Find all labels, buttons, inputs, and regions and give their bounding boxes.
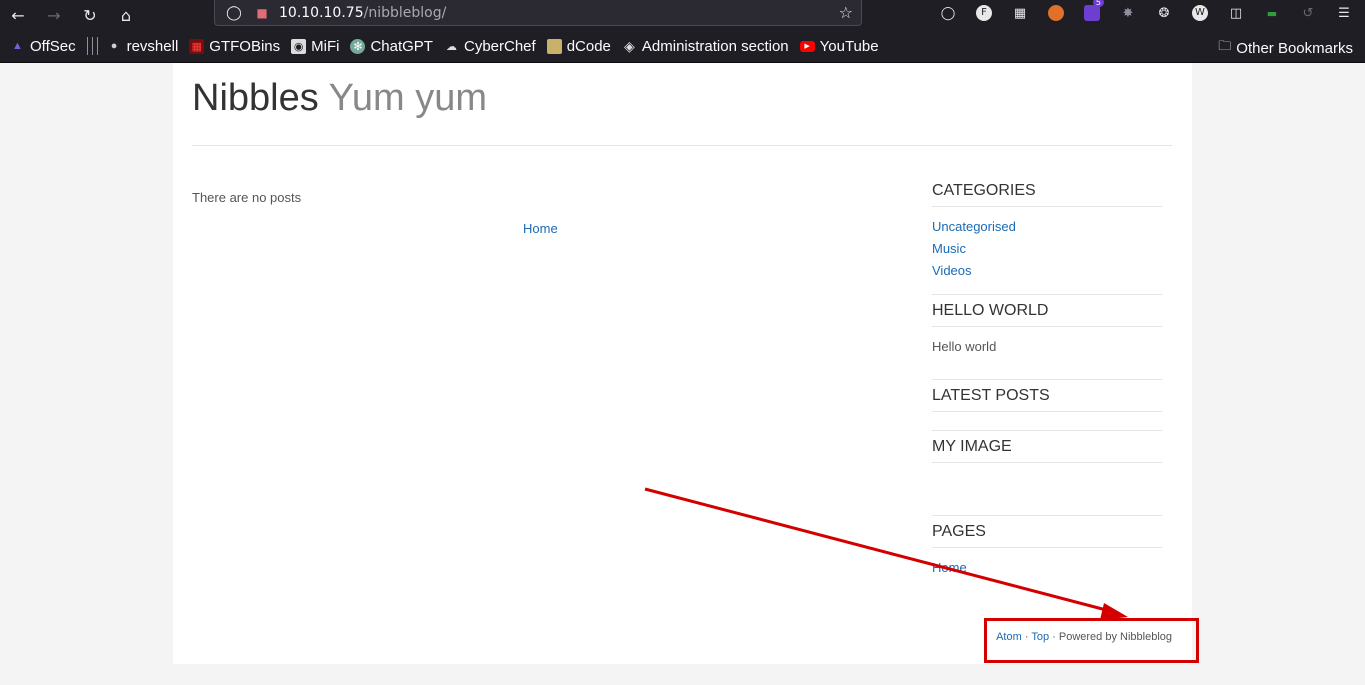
youtube-icon: ▶ [799, 40, 815, 52]
offsec-icon: ▲ [12, 40, 23, 52]
bookmark-separator [91, 37, 93, 55]
bookmark-label: MiFi [311, 37, 340, 55]
blog-slogan: Yum yum [328, 77, 487, 119]
bookmark-label: YouTube [819, 37, 879, 55]
plugin-latest-posts: LATEST POSTS [932, 379, 1162, 430]
bookmark-label: CyberChef [463, 37, 536, 55]
blog-page: Nibbles Yum yum There are no posts Home … [173, 63, 1192, 664]
bookmark-chatgpt[interactable]: ✻ ChatGPT [350, 38, 433, 55]
extension-badge: 5 [1092, 0, 1104, 7]
folder-icon: 🗀 [1218, 38, 1232, 53]
gtfobins-icon: ▦ [189, 38, 205, 54]
extension-green-icon[interactable]: ▬ [1254, 1, 1290, 25]
bug-icon[interactable]: ✸ [1110, 1, 1146, 25]
chatgpt-icon: ✻ [350, 38, 366, 54]
bookmark-label: GTFOBins [209, 37, 281, 55]
shield-icon[interactable]: ◯ [225, 5, 243, 21]
browser-toolbar: ← → ↻ ⌂ ◯ ■ 10.10.10.75/nibbleblog/ ☆ ◯ … [0, 0, 1365, 30]
bookmark-label: revshell [126, 37, 179, 55]
my-image-heading: MY IMAGE [932, 431, 1162, 463]
categories-heading: CATEGORIES [932, 175, 1162, 207]
foxyproxy-icon[interactable] [1038, 1, 1074, 25]
plugin-pages: PAGES Home [932, 515, 1162, 591]
address-bar[interactable]: ◯ ■ 10.10.10.75/nibbleblog/ ☆ [214, 0, 862, 26]
cookie-icon[interactable]: ❂ [1146, 1, 1182, 25]
globe-icon: ◈ [624, 37, 635, 54]
wappalyzer-icon[interactable]: W [1182, 1, 1218, 25]
latest-posts-heading: LATEST POSTS [932, 380, 1162, 412]
hello-heading: HELLO WORLD [932, 295, 1162, 327]
reload-icon[interactable]: ↻ [72, 3, 108, 27]
extension-f-icon[interactable]: F [966, 1, 1002, 25]
skull-icon: ● [110, 40, 118, 52]
plugin-hello-world: HELLO WORLD Hello world [932, 294, 1162, 379]
bookmark-revshell[interactable]: ● revshell [107, 38, 179, 55]
category-link[interactable]: Videos [932, 260, 1162, 282]
extension-purple-icon[interactable]: 5 [1074, 0, 1110, 25]
bookmark-star-icon[interactable]: ☆ [839, 3, 853, 22]
menu-icon[interactable]: ☰ [1326, 1, 1362, 25]
extensions-area: ◯ F ▦ 5 ✸ ❂ W ◫ ▬ ↺ ☰ [930, 0, 1362, 26]
bookmark-gtfobins[interactable]: ▦ GTFOBins [189, 38, 280, 55]
pocket-icon[interactable]: ◯ [930, 1, 966, 25]
home-icon[interactable]: ⌂ [108, 3, 144, 27]
back-icon[interactable]: ← [0, 3, 36, 27]
bookmark-label: OffSec [30, 37, 76, 55]
bookmark-youtube[interactable]: ▶ YouTube [799, 37, 879, 55]
bookmark-mifi[interactable]: ◉ MiFi [291, 38, 339, 55]
category-link[interactable]: Uncategorised [932, 216, 1162, 238]
bookmark-offsec[interactable]: ▲ OffSec [10, 38, 76, 55]
chef-hat-icon: ☁ [445, 40, 457, 53]
extension-refresh-icon[interactable]: ↺ [1290, 1, 1326, 25]
dcode-icon [546, 38, 562, 54]
no-posts-message: There are no posts [192, 190, 302, 205]
bookmark-dcode[interactable]: dCode [546, 37, 611, 55]
annotation-highlight-box [984, 618, 1199, 663]
extensions-puzzle-icon[interactable]: ◫ [1218, 1, 1254, 25]
sidebar: CATEGORIES Uncategorised Music Videos HE… [932, 175, 1162, 591]
bookmark-label: ChatGPT [370, 37, 433, 55]
mifi-icon: ◉ [291, 38, 307, 54]
url-host: 10.10.10.75 [279, 4, 364, 21]
pages-heading: PAGES [932, 516, 1162, 548]
pager-home-link[interactable]: Home [523, 221, 558, 236]
latest-posts-list [932, 412, 1162, 430]
trash-icon[interactable]: ▦ [1002, 1, 1038, 25]
site-title[interactable]: Nibbles Yum yum [192, 77, 487, 120]
blog-name: Nibbles [192, 77, 319, 119]
bookmarks-bar: ▲ OffSec ● revshell ▦ GTFOBins ◉ MiFi ✻ ChatG… [0, 30, 1365, 63]
my-image-area [932, 463, 1162, 515]
bookmark-separator [96, 37, 98, 55]
bookmark-label: Administration section [641, 37, 789, 55]
bookmark-admin-section[interactable]: ◈ Administration section [622, 38, 789, 55]
plugin-my-image: MY IMAGE [932, 430, 1162, 515]
url-path: /nibbleblog/ [363, 4, 447, 21]
header-divider [192, 145, 1172, 146]
bookmark-separator [86, 37, 88, 55]
page-link[interactable]: Home [932, 557, 1162, 579]
lock-icon[interactable]: ■ [253, 6, 271, 20]
other-bookmarks[interactable]: 🗀 Other Bookmarks [1218, 37, 1353, 59]
other-bookmarks-label: Other Bookmarks [1236, 39, 1353, 57]
bookmark-cyberchef[interactable]: ☁ CyberChef [444, 38, 536, 55]
hello-text: Hello world [932, 339, 997, 354]
forward-icon[interactable]: → [36, 3, 72, 27]
category-link[interactable]: Music [932, 238, 1162, 260]
plugin-categories: CATEGORIES Uncategorised Music Videos [932, 175, 1162, 294]
bookmark-label: dCode [566, 37, 611, 55]
